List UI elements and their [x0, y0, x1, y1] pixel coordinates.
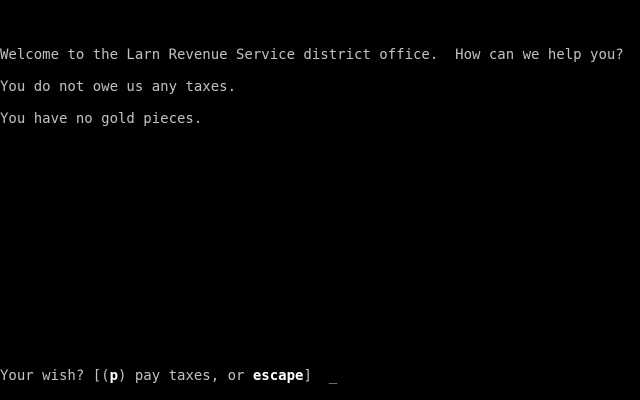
prompt-suffix: ] [303, 368, 329, 384]
terminal-screen: Welcome to the Larn Revenue Service dist… [0, 0, 640, 400]
text-cursor: _ [328, 368, 338, 384]
pay-taxes-key[interactable]: p [110, 368, 118, 384]
gold-status-message: You have no gold pieces. [0, 111, 203, 127]
welcome-message: Welcome to the Larn Revenue Service dist… [0, 47, 624, 63]
prompt-prefix: Your wish? [( [0, 368, 110, 384]
command-prompt: Your wish? [(p) pay taxes, or escape] _ [0, 368, 337, 384]
tax-status-message: You do not owe us any taxes. [0, 79, 237, 95]
escape-key[interactable]: escape [253, 368, 304, 384]
pay-taxes-label: ) pay taxes, or [118, 368, 253, 384]
